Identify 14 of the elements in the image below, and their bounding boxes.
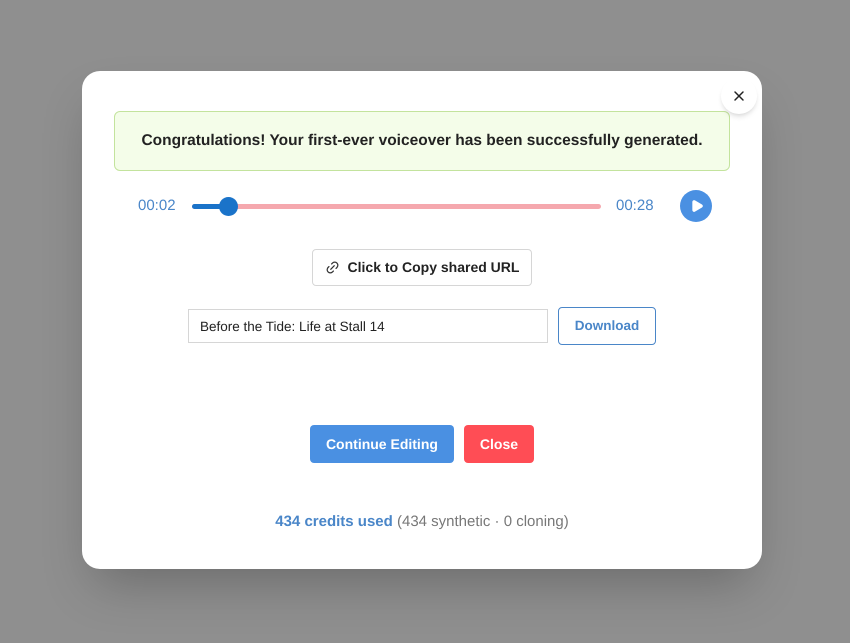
title-field[interactable]: Before the Tide: Life at Stall 14 <box>188 309 548 343</box>
close-button[interactable] <box>721 78 757 114</box>
play-button[interactable] <box>680 190 712 222</box>
elapsed-time: 00:02 <box>138 196 177 216</box>
success-alert: Congratulations! Your first-ever voiceover has been successfully generated. <box>114 111 730 171</box>
duration-time: 00:28 <box>616 196 655 216</box>
continue-editing-button[interactable]: Continue Editing <box>310 425 454 463</box>
seek-slider[interactable] <box>192 196 601 216</box>
copy-url-button[interactable]: Click to Copy shared URL <box>312 249 532 286</box>
seek-thumb[interactable] <box>218 196 238 216</box>
download-button[interactable]: Download <box>558 307 656 345</box>
close-dialog-button[interactable]: Close <box>464 425 534 463</box>
play-icon <box>690 199 704 213</box>
credits-summary: 434 credits used (434 synthetic · 0 cloning) <box>275 512 569 532</box>
